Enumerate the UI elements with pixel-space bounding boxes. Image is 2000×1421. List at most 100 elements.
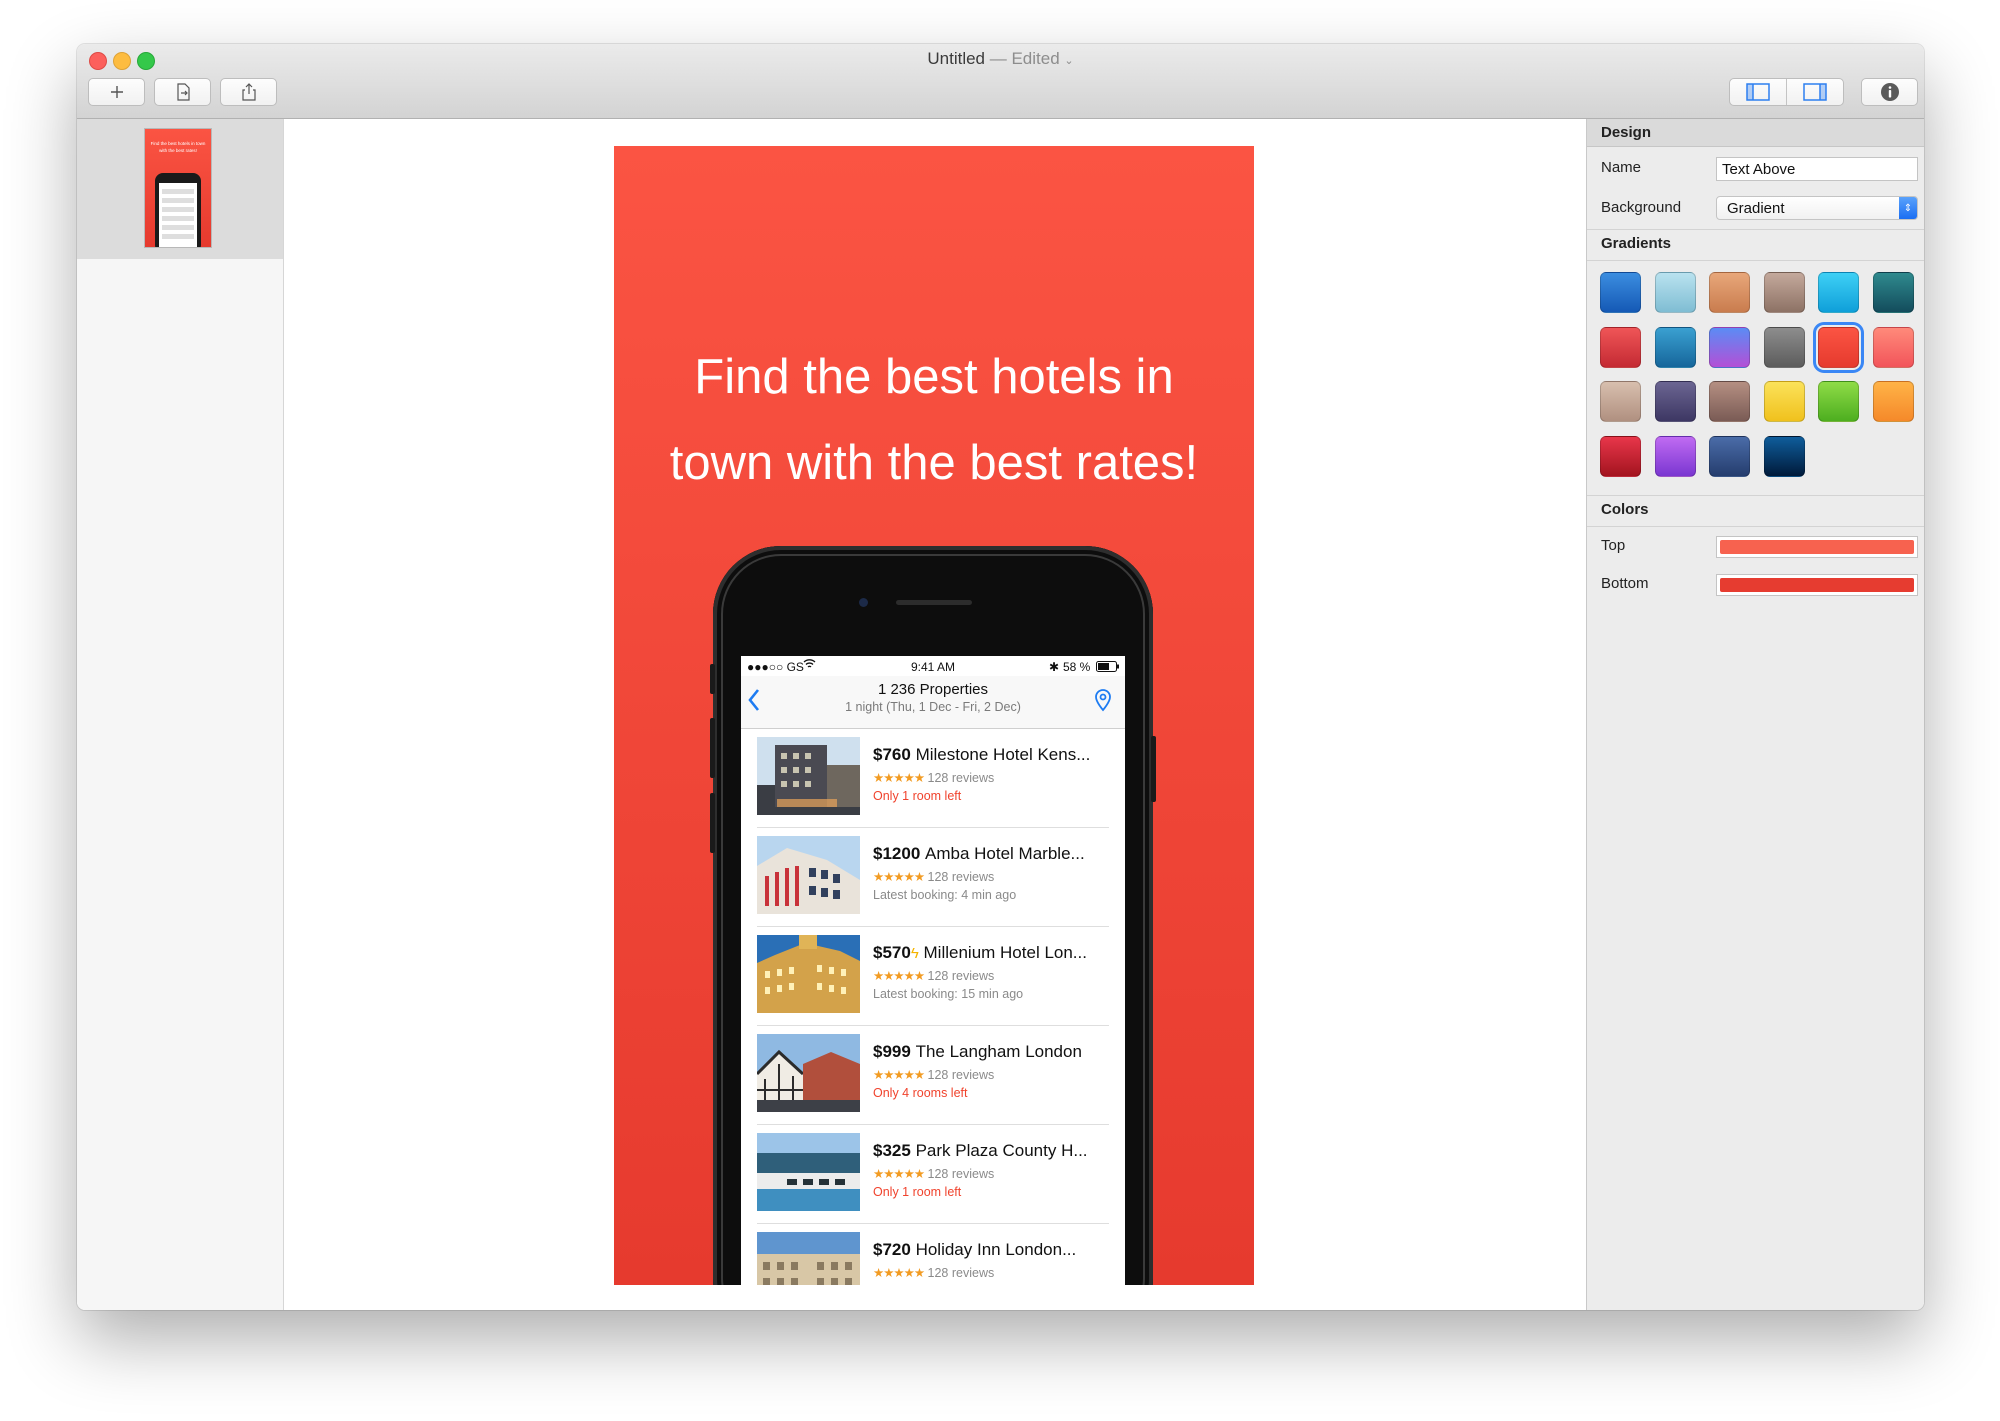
gradient-swatch[interactable] [1872, 381, 1914, 422]
sidebar-right-icon [1803, 83, 1827, 101]
hotel-photo-image [757, 737, 860, 815]
window-title[interactable]: Untitled — Edited ⌄ [77, 49, 1924, 69]
gradient-swatch[interactable] [1600, 435, 1641, 477]
section-divider [1587, 526, 1924, 527]
section-divider [1587, 229, 1924, 230]
select-arrows-icon: ⇕ [1899, 197, 1917, 219]
review-count: 128 reviews [927, 870, 995, 884]
phone-screen: ●●●○○ GS 9:41 AM ✱ 58 % 1 236 Properties… [741, 656, 1125, 1285]
thumbnail-row [162, 234, 194, 239]
gradient-swatch[interactable] [1763, 435, 1805, 477]
availability-note: Latest booking: 15 min ago [873, 987, 1024, 1001]
add-screen-button[interactable] [88, 78, 145, 106]
thumbnail-phone [155, 173, 201, 247]
thumbnail-text: Find the best hotels in town with the be… [150, 141, 206, 153]
hotel-row[interactable]: $570ϟ Millenium Hotel Lon... ★★★★★ 128 r… [757, 926, 1109, 1026]
availability-note: Only 4 rooms left [873, 1086, 968, 1100]
gradient-swatch[interactable] [1872, 272, 1914, 313]
gradient-swatch[interactable] [1763, 272, 1805, 313]
nav-subtitle: 1 night (Thu, 1 Dec - Fri, 2 Dec) [845, 700, 1021, 714]
top-color-swatch [1720, 540, 1914, 554]
gradient-swatch[interactable] [1654, 381, 1696, 422]
front-camera [859, 598, 868, 607]
hotel-price: $570 [873, 943, 911, 962]
hotel-rating: ★★★★★ 128 reviews [873, 869, 994, 884]
hotel-price: $720 [873, 1240, 911, 1259]
screen-thumbnail-row[interactable]: Find the best hotels in town with the be… [77, 119, 283, 259]
hotel-title: $999 The Langham London [873, 1042, 1082, 1062]
screen-thumbnail[interactable]: Find the best hotels in town with the be… [144, 128, 212, 248]
toggle-left-sidebar-button[interactable] [1730, 79, 1787, 105]
gradient-swatch[interactable] [1709, 381, 1750, 422]
hotel-title: $760 Milestone Hotel Kens... [873, 745, 1090, 765]
export-button[interactable] [154, 78, 211, 106]
hotel-name: The Langham London [915, 1042, 1082, 1061]
document-name: Untitled [927, 49, 985, 68]
availability-note: Only 1 room left [873, 1185, 962, 1199]
background-select-value: Gradient [1727, 200, 1785, 217]
title-bar: Untitled — Edited ⌄ [77, 44, 1924, 119]
gradient-swatch[interactable] [1872, 326, 1914, 368]
earpiece-speaker [896, 600, 972, 605]
nav-title: 1 236 Properties [877, 681, 989, 698]
gradient-swatch[interactable] [1818, 381, 1859, 422]
poster-headline[interactable]: Find the best hotels in town with the be… [614, 334, 1254, 506]
gradient-swatch[interactable] [1600, 326, 1641, 368]
gradient-swatch[interactable] [1818, 326, 1859, 368]
hotel-rating: ★★★★★ 128 reviews [873, 1166, 994, 1181]
bluetooth-icon: ✱ [1049, 660, 1060, 674]
gradient-swatch[interactable] [1709, 326, 1750, 368]
gradient-swatch[interactable] [1763, 381, 1805, 422]
battery-percent: 58 % [1063, 660, 1091, 674]
screenshot-poster[interactable]: Find the best hotels in town with the be… [614, 146, 1254, 1285]
star-rating: ★★★★★ [873, 969, 925, 983]
gradient-swatch[interactable] [1654, 272, 1696, 313]
name-input[interactable]: Text Above [1716, 157, 1918, 181]
sidebar-left-icon [1746, 83, 1770, 101]
headline-line-1: Find the best hotels in [694, 350, 1174, 404]
hotel-photo-image [757, 1034, 860, 1112]
info-icon [1880, 83, 1899, 101]
gradient-swatch[interactable] [1600, 381, 1641, 422]
export-file-icon [176, 83, 190, 101]
star-rating: ★★★★★ [873, 870, 925, 884]
top-color-well[interactable] [1716, 536, 1918, 558]
name-label: Name [1601, 159, 1642, 176]
bottom-color-swatch [1720, 578, 1914, 592]
hotel-row[interactable]: $760 Milestone Hotel Kens... ★★★★★ 128 r… [757, 728, 1109, 828]
info-button[interactable] [1861, 78, 1918, 106]
hotel-rating: ★★★★★ 128 reviews [873, 1067, 994, 1082]
hotel-price: $999 [873, 1042, 911, 1061]
share-icon [241, 83, 256, 101]
bottom-color-well[interactable] [1716, 574, 1918, 596]
star-rating: ★★★★★ [873, 1266, 925, 1280]
background-label: Background [1601, 199, 1682, 216]
gradient-swatch[interactable] [1763, 326, 1805, 368]
availability-note: Only 1 room left [873, 789, 962, 803]
hotel-photo [757, 935, 860, 1013]
gradient-swatch[interactable] [1600, 272, 1641, 313]
hotel-photo-image [757, 836, 860, 914]
share-button[interactable] [220, 78, 277, 106]
map-pin-icon[interactable] [1094, 688, 1112, 717]
editor-canvas: Find the best hotels in town with the be… [284, 119, 1585, 1310]
phone-volume-down [710, 793, 715, 853]
hotel-rating: ★★★★★ 128 reviews [873, 1265, 994, 1280]
gradient-swatch[interactable] [1709, 272, 1750, 313]
hotel-row[interactable]: $325 Park Plaza County H... ★★★★★ 128 re… [757, 1124, 1109, 1224]
gradient-swatch[interactable] [1654, 435, 1696, 477]
hotel-title: $570ϟ Millenium Hotel Lon... [873, 943, 1087, 963]
hotel-rating: ★★★★★ 128 reviews [873, 968, 994, 983]
battery-icon [1096, 661, 1120, 675]
gradient-swatch[interactable] [1654, 326, 1696, 368]
hotel-row[interactable]: $1200 Amba Hotel Marble... ★★★★★ 128 rev… [757, 827, 1109, 927]
gradient-swatch[interactable] [1709, 435, 1750, 477]
hotel-row[interactable]: $720 Holiday Inn London... ★★★★★ 128 rev… [757, 1223, 1109, 1285]
hotel-name: Park Plaza County H... [915, 1141, 1088, 1160]
lightning-icon: ϟ [910, 945, 919, 962]
hotel-row[interactable]: $999 The Langham London ★★★★★ 128 review… [757, 1025, 1109, 1125]
toggle-right-sidebar-button[interactable] [1787, 79, 1843, 105]
gradient-swatch[interactable] [1818, 272, 1859, 313]
background-select[interactable]: Gradient ⇕ [1716, 196, 1918, 220]
hotel-photo-image [757, 935, 860, 1013]
